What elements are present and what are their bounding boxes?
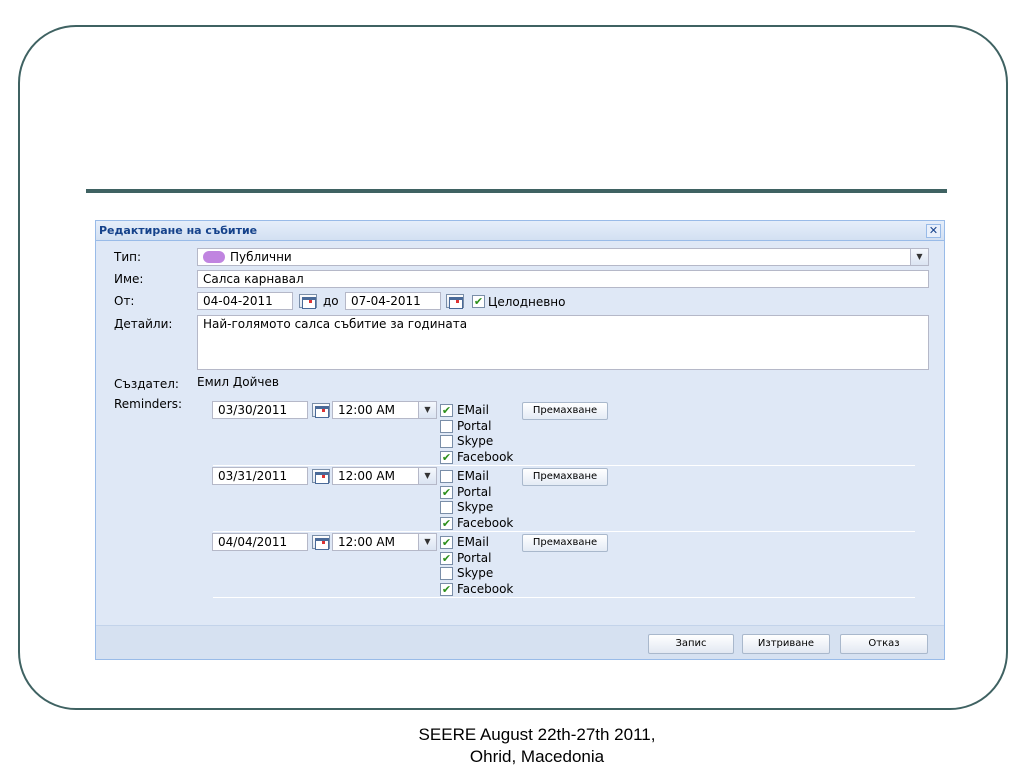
reminder-channel-checkbox[interactable]: ✔ xyxy=(440,536,453,549)
start-date-input[interactable]: 04-04-2011 xyxy=(197,292,293,310)
reminder-date-input[interactable]: 03/31/2011 xyxy=(212,467,308,485)
reminder-time-value: 12:00 AM xyxy=(338,469,395,483)
chevron-down-icon[interactable]: ▼ xyxy=(418,468,436,484)
reminder-channel-label: Portal xyxy=(457,550,492,565)
reminder-channel-label: Skype xyxy=(457,566,494,580)
reminder-channel-label: Facebook xyxy=(457,515,514,530)
reminder-channel-label: EMail xyxy=(457,403,489,417)
reminder-channel-checkbox[interactable] xyxy=(440,567,453,580)
chevron-down-icon[interactable]: ▼ xyxy=(418,402,436,418)
reminder-time-combo[interactable]: 12:00 AM ▼ xyxy=(332,467,437,485)
reminder-channel-label: Skype xyxy=(457,500,494,514)
calendar-icon[interactable] xyxy=(312,469,330,484)
reminder-time-combo[interactable]: 12:00 AM ▼ xyxy=(332,533,437,551)
footer-line-1: SEERE August 22th-27th 2011, xyxy=(418,725,656,744)
calendar-icon[interactable] xyxy=(446,294,464,309)
chevron-down-icon[interactable]: ▼ xyxy=(418,534,436,550)
reminder-channel-checkbox[interactable]: ✔ xyxy=(440,551,453,565)
calendar-icon[interactable] xyxy=(312,535,330,550)
dialog-header: Редактиране на събитие ✕ xyxy=(96,221,944,241)
dialog-footer: Запис Изтриване Отказ xyxy=(96,625,944,659)
reminder-channel-checkbox[interactable]: ✔ xyxy=(440,582,453,596)
allday-checkbox[interactable]: ✔ xyxy=(472,295,485,308)
reminder-time-value: 12:00 AM xyxy=(338,535,395,549)
delete-button[interactable]: Изтриване xyxy=(742,634,830,654)
reminder-channel-checkbox[interactable] xyxy=(440,470,453,483)
reminder-channel-label: EMail xyxy=(457,535,489,549)
reminder-channel-checkbox[interactable] xyxy=(440,501,453,514)
reminder-channel-label: Portal xyxy=(457,484,492,499)
reminder-channel-checkbox[interactable]: ✔ xyxy=(440,404,453,417)
reminder-channel-label: Facebook xyxy=(457,581,514,596)
edit-event-dialog: Редактиране на събитие ✕ Тип: Публични ▼… xyxy=(95,220,945,660)
name-label: Име: xyxy=(114,272,144,286)
slide-footer: SEERE August 22th-27th 2011, Ohrid, Mace… xyxy=(0,724,1024,768)
reminder-channel-checkbox[interactable]: ✔ xyxy=(440,516,453,530)
reminder-channel-label: EMail xyxy=(457,469,489,483)
reminder-time-value: 12:00 AM xyxy=(338,403,395,417)
reminder-date-input[interactable]: 03/30/2011 xyxy=(212,401,308,419)
remove-reminder-button[interactable]: Премахване xyxy=(522,468,608,486)
reminder-divider xyxy=(213,465,915,466)
reminder-date-input[interactable]: 04/04/2011 xyxy=(212,533,308,551)
calendar-icon[interactable] xyxy=(299,294,317,309)
dialog-title: Редактиране на събитие xyxy=(99,224,258,237)
creator-value: Емил Дойчев xyxy=(197,375,279,389)
reminder-channel-checkbox[interactable] xyxy=(440,419,453,433)
type-combo[interactable]: Публични ▼ xyxy=(197,248,929,266)
name-input[interactable]: Салса карнавал xyxy=(197,270,929,288)
remove-reminder-button[interactable]: Премахване xyxy=(522,402,608,420)
reminder-divider xyxy=(213,531,915,532)
details-textarea[interactable]: Най-голямото салса събитие за годината xyxy=(197,315,929,370)
reminder-channel-checkbox[interactable]: ✔ xyxy=(440,485,453,499)
reminder-channel-label: Skype xyxy=(457,434,494,448)
end-date-input[interactable]: 07-04-2011 xyxy=(345,292,441,310)
calendar-color-swatch xyxy=(203,251,225,263)
reminder-channel-checkbox[interactable] xyxy=(440,435,453,448)
calendar-icon[interactable] xyxy=(312,403,330,418)
creator-label: Създател: xyxy=(114,377,179,391)
close-icon[interactable]: ✕ xyxy=(926,224,941,238)
cancel-button[interactable]: Отказ xyxy=(840,634,928,654)
details-label: Детайли: xyxy=(114,317,173,331)
from-label: От: xyxy=(114,294,135,308)
chevron-down-icon[interactable]: ▼ xyxy=(910,249,928,265)
to-label: до xyxy=(323,294,339,308)
footer-line-2: Ohrid, Macedonia xyxy=(469,747,605,766)
type-label: Тип: xyxy=(114,250,142,264)
reminder-channel-checkbox[interactable]: ✔ xyxy=(440,450,453,464)
reminder-divider xyxy=(213,597,915,598)
reminder-time-combo[interactable]: 12:00 AM ▼ xyxy=(332,401,437,419)
slide-divider xyxy=(86,189,947,193)
save-button[interactable]: Запис xyxy=(648,634,734,654)
allday-label: Целодневно xyxy=(488,295,566,309)
remove-reminder-button[interactable]: Премахване xyxy=(522,534,608,552)
reminder-channel-label: Portal xyxy=(457,418,492,433)
type-value: Публични xyxy=(230,250,292,264)
reminders-label: Reminders: xyxy=(114,397,183,411)
reminder-channel-label: Facebook xyxy=(457,449,514,464)
